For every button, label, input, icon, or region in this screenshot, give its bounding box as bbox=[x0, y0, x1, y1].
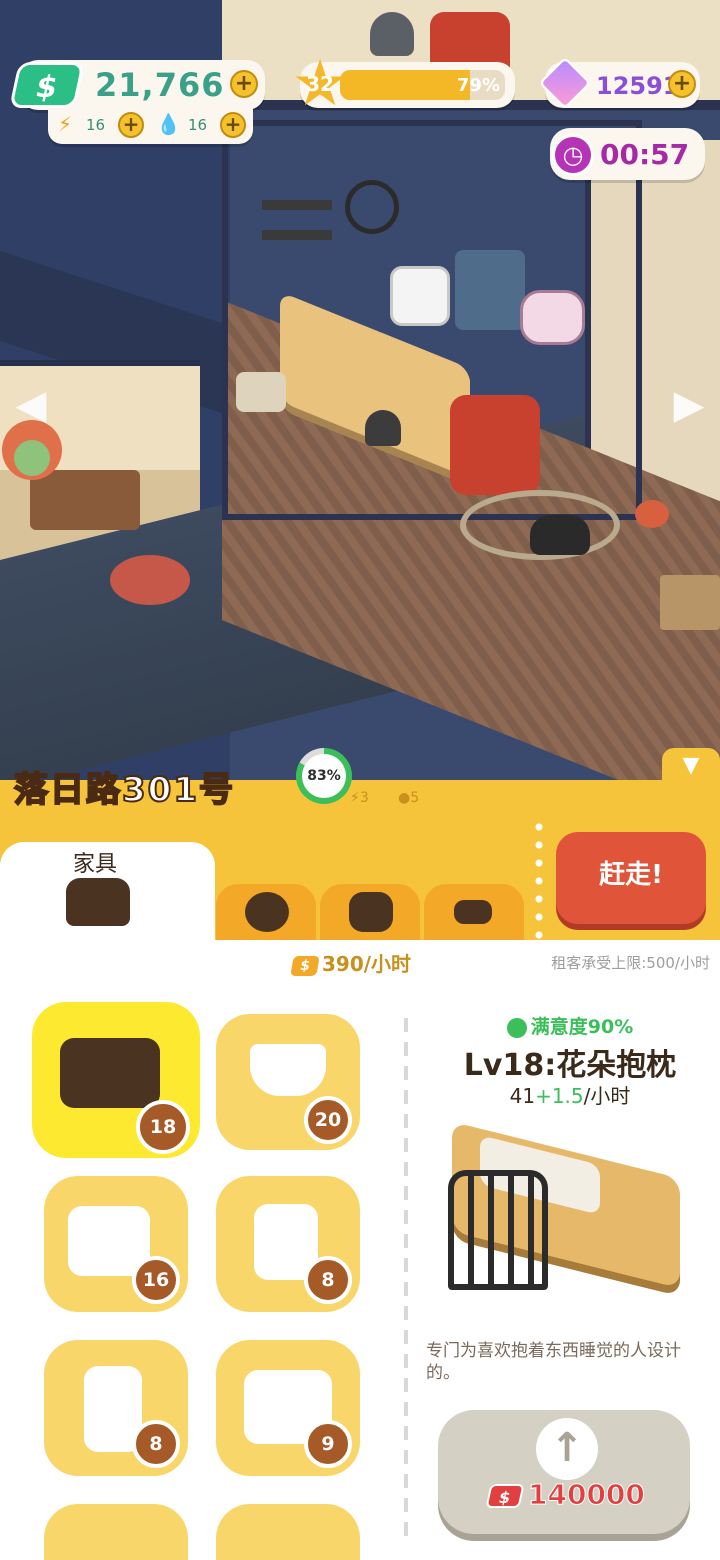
add-cash-button[interactable]: + bbox=[230, 70, 258, 98]
ham-collectible[interactable] bbox=[635, 500, 669, 528]
lightning-icon: ⚡ bbox=[350, 790, 360, 806]
item-satisfaction: 满意度90% bbox=[420, 1012, 720, 1039]
timer-value: 00:57 bbox=[600, 138, 690, 171]
add-water-button[interactable]: + bbox=[220, 112, 246, 138]
water-cost-value: 5 bbox=[410, 790, 420, 806]
player-level: 32 bbox=[306, 72, 334, 96]
arrow-up-icon[interactable]: ↑ bbox=[536, 1418, 598, 1480]
sofa-icon bbox=[66, 878, 130, 926]
water-value: 16 bbox=[188, 116, 208, 134]
panel-divider bbox=[404, 1018, 408, 1538]
lamp-furniture[interactable] bbox=[365, 410, 401, 446]
clock-icon: ◷ bbox=[552, 134, 594, 176]
next-room-arrow-icon[interactable]: ▶ bbox=[668, 375, 710, 435]
water-cost: ●5 bbox=[398, 790, 419, 806]
cash-icon: $ bbox=[9, 62, 85, 108]
furniture-slot-range-hood[interactable]: 20 bbox=[216, 1014, 360, 1150]
item-rate-bonus: +1.5 bbox=[535, 1084, 584, 1108]
income-rate: $390/小时 bbox=[290, 948, 412, 977]
tab-furniture-label: 家具 bbox=[72, 852, 117, 877]
level-badge: 16 bbox=[132, 1256, 180, 1304]
level-badge: 9 bbox=[304, 1420, 352, 1468]
furniture-slot-sofa[interactable]: 16 bbox=[44, 1176, 188, 1312]
chevron-down-icon[interactable]: ▼ bbox=[676, 755, 706, 777]
tab-divider bbox=[534, 818, 544, 940]
bed-icon bbox=[60, 1038, 160, 1108]
level-progress-label: 79% bbox=[456, 75, 500, 96]
add-gems-button[interactable]: + bbox=[668, 70, 696, 98]
cash-icon: $ bbox=[290, 955, 320, 976]
lamp-upper-furniture bbox=[370, 12, 414, 56]
armchair-furniture[interactable] bbox=[450, 395, 540, 495]
furniture-slot-bed[interactable]: 18 bbox=[32, 1002, 200, 1158]
prev-room-arrow-icon[interactable]: ◀ bbox=[10, 375, 52, 435]
furniture-slot-partial[interactable] bbox=[44, 1504, 188, 1560]
level-badge: 20 bbox=[304, 1096, 352, 1144]
lightning-icon: ⚡ bbox=[58, 112, 73, 136]
income-value: 390/小时 bbox=[322, 952, 412, 976]
address-title: 落日路301号 bbox=[13, 769, 235, 811]
tenant-face-icon bbox=[245, 892, 289, 932]
energy-cost-value: 3 bbox=[359, 790, 369, 806]
stool-furniture bbox=[110, 555, 190, 605]
toilet-furniture[interactable] bbox=[390, 266, 450, 326]
add-energy-button[interactable]: + bbox=[118, 112, 144, 138]
item-rate-unit: /小时 bbox=[583, 1084, 631, 1108]
tenant-npc-face bbox=[14, 440, 50, 476]
bone-icon bbox=[454, 900, 492, 924]
tenant-limit: 租客承受上限:500/小时 bbox=[551, 954, 710, 972]
level-badge: 18 bbox=[136, 1100, 190, 1154]
pillow-furniture bbox=[236, 372, 286, 412]
chandelier bbox=[345, 180, 399, 234]
energy-cost: ⚡3 bbox=[350, 790, 369, 806]
bed-preview-headboard bbox=[448, 1170, 548, 1290]
evict-button[interactable]: 赶走! bbox=[556, 832, 706, 924]
delivery-box[interactable] bbox=[660, 575, 720, 630]
item-title: Lv18:花朵抱枕 bbox=[463, 1048, 677, 1083]
cash-icon: $ bbox=[485, 1484, 525, 1508]
furniture-slot-cabinet[interactable]: 9 bbox=[216, 1340, 360, 1476]
item-description: 专门为喜欢抱着东西睡觉的人设计的。 bbox=[426, 1341, 681, 1383]
desk-furniture bbox=[30, 470, 140, 530]
level-badge: 8 bbox=[304, 1256, 352, 1304]
level-badge: 8 bbox=[132, 1420, 180, 1468]
furniture-slot-toilet[interactable]: 8 bbox=[216, 1176, 360, 1312]
water-drop-icon: ● bbox=[398, 790, 411, 806]
gem-value: 12591 bbox=[596, 72, 680, 100]
item-income-rate: 41+1.5/小时 bbox=[420, 1080, 720, 1109]
furniture-slot-partial[interactable] bbox=[216, 1504, 360, 1560]
cat-icon bbox=[349, 892, 393, 932]
energy-value: 16 bbox=[86, 116, 106, 134]
item-satisfaction-text: 满意度90% bbox=[530, 1016, 634, 1038]
satisfaction-percent: 83% bbox=[307, 768, 341, 784]
furniture-slot-fridge[interactable]: 8 bbox=[44, 1340, 188, 1476]
item-rate-base: 41 bbox=[509, 1084, 536, 1108]
sink-furniture[interactable] bbox=[455, 250, 525, 330]
bathtub-furniture[interactable] bbox=[520, 290, 585, 345]
water-drop-icon: 💧 bbox=[156, 112, 181, 136]
range-hood-icon bbox=[250, 1044, 326, 1096]
wall-shelf bbox=[262, 200, 332, 210]
upgrade-cost[interactable]: 140000 bbox=[528, 1478, 646, 1512]
smile-icon bbox=[506, 1017, 527, 1038]
pet-dog[interactable] bbox=[530, 515, 590, 555]
cash-value: 21,766 bbox=[95, 66, 225, 104]
